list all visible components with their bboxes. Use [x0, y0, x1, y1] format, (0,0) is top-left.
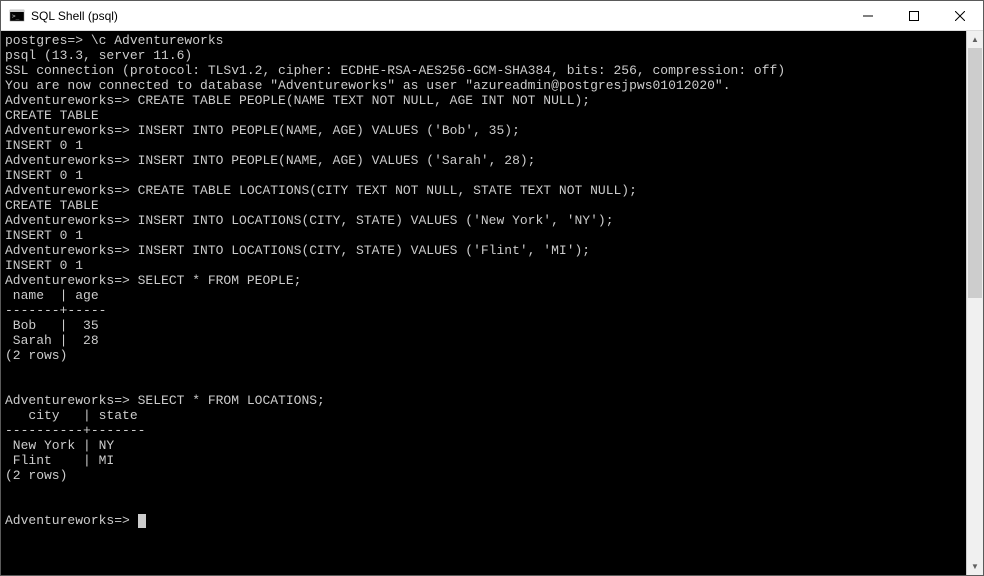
scroll-down-arrow[interactable]: ▼: [967, 558, 983, 575]
terminal-line: Bob | 35: [5, 318, 99, 333]
terminal-line: Adventureworks=> INSERT INTO PEOPLE(NAME…: [5, 153, 536, 168]
terminal-line: Adventureworks=> CREATE TABLE LOCATIONS(…: [5, 183, 637, 198]
maximize-button[interactable]: [891, 1, 937, 30]
terminal-area: postgres=> \c Adventureworks psql (13.3,…: [1, 31, 983, 575]
close-button[interactable]: [937, 1, 983, 30]
scroll-up-arrow[interactable]: ▲: [967, 31, 983, 48]
terminal-line: postgres=> \c Adventureworks: [5, 33, 223, 48]
terminal-line: Adventureworks=> SELECT * FROM LOCATIONS…: [5, 393, 325, 408]
terminal-line: (2 rows): [5, 468, 67, 483]
terminal-line: New York | NY: [5, 438, 114, 453]
terminal-line: Adventureworks=>: [5, 513, 138, 528]
terminal-line: SSL connection (protocol: TLSv1.2, ciphe…: [5, 63, 785, 78]
terminal-line: INSERT 0 1: [5, 228, 83, 243]
terminal-line: CREATE TABLE: [5, 198, 99, 213]
terminal-line: Adventureworks=> INSERT INTO PEOPLE(NAME…: [5, 123, 520, 138]
terminal-line: Adventureworks=> CREATE TABLE PEOPLE(NAM…: [5, 93, 590, 108]
terminal-line: INSERT 0 1: [5, 258, 83, 273]
terminal-line: Adventureworks=> INSERT INTO LOCATIONS(C…: [5, 213, 614, 228]
terminal-line: ----------+-------: [5, 423, 145, 438]
terminal-line: Adventureworks=> SELECT * FROM PEOPLE;: [5, 273, 301, 288]
minimize-button[interactable]: [845, 1, 891, 30]
terminal-line: Sarah | 28: [5, 333, 99, 348]
window-title: SQL Shell (psql): [31, 9, 845, 23]
terminal-line: INSERT 0 1: [5, 138, 83, 153]
terminal-line: You are now connected to database "Adven…: [5, 78, 731, 93]
titlebar[interactable]: >_ SQL Shell (psql): [1, 1, 983, 31]
svg-text:>_: >_: [12, 13, 20, 20]
terminal-line: INSERT 0 1: [5, 168, 83, 183]
terminal-line: Adventureworks=> INSERT INTO LOCATIONS(C…: [5, 243, 590, 258]
terminal-line: CREATE TABLE: [5, 108, 99, 123]
window-controls: [845, 1, 983, 30]
terminal-cursor: [138, 514, 146, 528]
terminal-line: Flint | MI: [5, 453, 114, 468]
terminal-line: (2 rows): [5, 348, 67, 363]
app-icon: >_: [9, 8, 25, 24]
terminal-line: psql (13.3, server 11.6): [5, 48, 192, 63]
scrollbar-thumb[interactable]: [968, 48, 982, 298]
terminal-line: -------+-----: [5, 303, 106, 318]
application-window: >_ SQL Shell (psql) postgres=> \c Advent…: [0, 0, 984, 576]
terminal-content[interactable]: postgres=> \c Adventureworks psql (13.3,…: [1, 31, 966, 575]
vertical-scrollbar[interactable]: ▲ ▼: [966, 31, 983, 575]
terminal-line: city | state: [5, 408, 138, 423]
terminal-line: name | age: [5, 288, 99, 303]
